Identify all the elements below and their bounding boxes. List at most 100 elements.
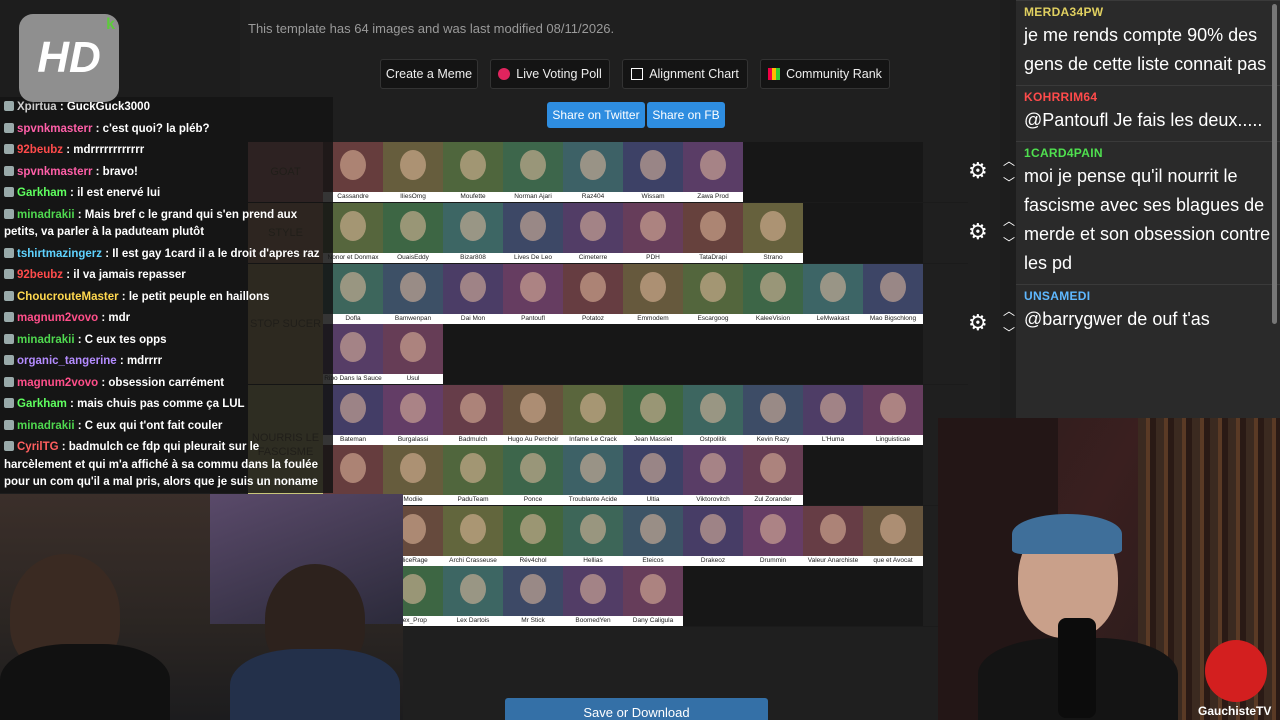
chat-username[interactable]: KOHRRIM64 (1024, 90, 1272, 104)
tier-item[interactable]: Mao Bigschlong (863, 264, 923, 324)
gear-icon[interactable]: ⚙ (968, 160, 990, 182)
gear-icon[interactable]: ⚙ (968, 312, 990, 334)
tier-item[interactable]: que et Avocat (863, 506, 923, 566)
tier-item[interactable]: Troublante Acide (563, 445, 623, 505)
tier-item[interactable]: Archi Crasseuse (443, 506, 503, 566)
separator: : (74, 419, 85, 432)
create-meme-button[interactable]: Create a Meme (380, 59, 478, 89)
tier-item[interactable]: BoomedYen (563, 566, 623, 626)
tier-item[interactable]: Infame Le Crack (563, 385, 623, 445)
tier-item[interactable]: Cimeterre (563, 203, 623, 263)
tier-item-caption: Lives De Leo (503, 253, 563, 263)
tier-item[interactable]: Eteicos (623, 506, 683, 566)
badge-icon (4, 376, 14, 387)
tier-item[interactable]: Drakeoz (683, 506, 743, 566)
chevron-down-icon[interactable]: ﹀ (1003, 234, 1015, 251)
chat-username[interactable]: CyrilTG (17, 441, 59, 453)
tier-item[interactable]: Lex Dartois (443, 566, 503, 626)
chat-scrollbar[interactable] (1272, 4, 1277, 324)
tier-item[interactable]: OuaisEddy (383, 203, 443, 263)
tier-item[interactable]: KaleeVision (743, 264, 803, 324)
tier-item[interactable]: PDH (623, 203, 683, 263)
chevron-down-icon[interactable]: ﹀ (1003, 174, 1015, 191)
community-rank-button[interactable]: Community Rank (760, 59, 890, 89)
separator: : (98, 376, 109, 389)
tier-item[interactable]: Hellias (563, 506, 623, 566)
chevron-down-icon[interactable]: ﹀ (1003, 324, 1015, 341)
chat-text: @Pantoufl Je fais les deux..... (1024, 110, 1263, 130)
tier-item[interactable]: Dany Caligula (623, 566, 683, 626)
tier-item[interactable]: Badmulch (443, 385, 503, 445)
tier-item[interactable]: Jean Massiet (623, 385, 683, 445)
chat-username[interactable]: magnum2vovo (17, 312, 98, 324)
tier-item[interactable]: IliesOmg (383, 142, 443, 202)
tier-item[interactable]: Mr Stick (503, 566, 563, 626)
chat-username[interactable]: organic_tangerine (17, 355, 117, 367)
share-fb-button[interactable]: Share on FB (647, 102, 725, 128)
chat-username[interactable]: MERDA34PW (1024, 5, 1272, 19)
chat-username[interactable]: spvnkmasterr (17, 123, 92, 135)
tier-item[interactable]: Bizar808 (443, 203, 503, 263)
tier-items: Nonor et Donmax OuaisEddy Bizar808 Lives De… (323, 203, 923, 263)
badge-icon (4, 312, 14, 322)
chat-username[interactable]: Garkham (17, 187, 67, 199)
chat-username[interactable]: 92beubz (17, 269, 63, 281)
tier-item[interactable]: Linguisticae (863, 385, 923, 445)
tier-item[interactable]: Zul Zorander (743, 445, 803, 505)
save-download-button[interactable]: Save or Download (505, 698, 768, 720)
chat-username[interactable]: tshirtmazingerz (17, 248, 102, 260)
chevron-up-icon[interactable]: ︿ (1003, 212, 1015, 229)
chat-username[interactable]: minadrakii (17, 420, 75, 432)
chevron-up-icon[interactable]: ︿ (1003, 302, 1015, 319)
tier-item[interactable]: L'Huma (803, 385, 863, 445)
chevron-up-icon[interactable]: ︿ (1003, 152, 1015, 169)
chat-username[interactable]: minadrakii (17, 209, 75, 221)
chat-username[interactable]: ChoucrouteMaster (17, 291, 119, 303)
tier-item[interactable]: Lives De Leo (503, 203, 563, 263)
tier-item[interactable]: Drummin (743, 506, 803, 566)
share-twitter-button[interactable]: Share on Twitter (547, 102, 645, 128)
avatar (460, 272, 486, 302)
tier-item[interactable]: PaduTeam (443, 445, 503, 505)
tier-item[interactable]: Ostpolitik (683, 385, 743, 445)
tier-item[interactable]: Pantoufl (503, 264, 563, 324)
chat-username[interactable]: spvnkmasterr (17, 166, 92, 178)
alignment-chart-button[interactable]: Alignment Chart (622, 59, 748, 89)
tier-item[interactable]: Moufette (443, 142, 503, 202)
tier-item[interactable]: Potatoz (563, 264, 623, 324)
tier-item[interactable]: Norman Ajari (503, 142, 563, 202)
tier-item[interactable]: Strano (743, 203, 803, 263)
chat-username[interactable]: 92beubz (17, 144, 63, 156)
tier-item[interactable]: Emmodem (623, 264, 683, 324)
badge-icon (4, 165, 14, 176)
separator: : (92, 165, 103, 178)
tier-item[interactable]: Wissam (623, 142, 683, 202)
tier-item[interactable]: Viktorovitch (683, 445, 743, 505)
tier-item[interactable]: TataDrapi (683, 203, 743, 263)
tier-item[interactable]: Rév4chol (503, 506, 563, 566)
tier-item[interactable]: Usul (383, 324, 443, 384)
tier-item[interactable]: Bamwenpan (383, 264, 443, 324)
live-voting-button[interactable]: Live Voting Poll (490, 59, 610, 89)
separator: : (66, 187, 78, 199)
tier-item[interactable]: Valeur Anarchiste (803, 506, 863, 566)
chat-username[interactable]: magnum2vovo (17, 377, 98, 389)
tier-item[interactable]: LeMwakast (803, 264, 863, 324)
tier-item-caption: Emmodem (623, 314, 683, 324)
chat-username[interactable]: minadrakii (17, 334, 75, 346)
chat-username[interactable]: Garkham (17, 398, 67, 410)
tier-item[interactable]: Burgalassi (383, 385, 443, 445)
tier-item[interactable]: Ponce (503, 445, 563, 505)
tier-item[interactable]: Ultia (623, 445, 683, 505)
chat-username[interactable]: 1CARD4PAIN (1024, 146, 1272, 160)
tier-item[interactable]: Zawa Prod (683, 142, 743, 202)
tier-item[interactable]: Hugo Au Perchoir (503, 385, 563, 445)
tier-item[interactable]: Escargoog (683, 264, 743, 324)
gear-icon[interactable]: ⚙ (968, 221, 990, 243)
chat-username[interactable]: Xpirtua (17, 101, 57, 113)
badge-icon (4, 101, 14, 111)
tier-item[interactable]: Raz404 (563, 142, 623, 202)
tier-item[interactable]: Kevin Razy (743, 385, 803, 445)
tier-item[interactable]: Dai Mon (443, 264, 503, 324)
chat-username[interactable]: UNSAMEDI (1024, 289, 1272, 303)
